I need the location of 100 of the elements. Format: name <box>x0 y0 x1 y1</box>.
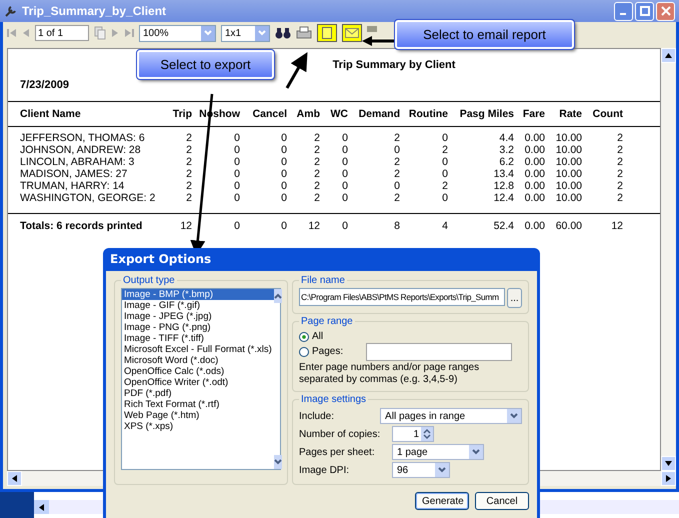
radio-button[interactable] <box>299 332 309 342</box>
list-item[interactable]: Microsoft Excel - Full Format (*.xls) <box>122 344 274 355</box>
table-cell-text: 0 <box>341 192 348 204</box>
table-cell-text: 0 <box>233 180 240 192</box>
window-title: Trip_Summary_by_Client <box>22 4 168 18</box>
dropdown[interactable]: All pages in range <box>380 408 522 424</box>
page-field[interactable]: 1 of 1 <box>35 25 89 41</box>
table-cell-text: 0.00 <box>524 168 545 180</box>
pages-field[interactable] <box>366 342 512 360</box>
export-button[interactable] <box>317 24 337 42</box>
table-cell-text: 10.00 <box>554 192 582 204</box>
table-cell-text: 0.00 <box>524 144 545 156</box>
column-header: Pasg Miles <box>458 108 514 120</box>
column-header: Rate <box>558 108 582 120</box>
column-header: Count <box>592 108 623 120</box>
table-cell-text: 2 <box>616 132 623 144</box>
table-cell-text: 2 <box>393 156 400 168</box>
table-cell-text: 0 <box>280 132 287 144</box>
close-button[interactable] <box>656 2 675 20</box>
table-cell-text: WASHINGTON, GEORGE: 2 <box>20 192 156 204</box>
column-header: Amb <box>296 108 320 120</box>
list-item[interactable]: XPS (*.xps) <box>122 421 274 432</box>
list-item[interactable]: PDF (*.pdf) <box>122 388 274 399</box>
list-item[interactable]: OpenOffice Calc (*.ods) <box>122 366 274 377</box>
totals-cell-text: 8 <box>393 220 400 232</box>
table-cell-text: 0 <box>393 144 400 156</box>
binoculars-icon[interactable] <box>275 26 291 40</box>
field-label: Number of copies: <box>299 428 382 440</box>
column-header: WC <box>330 108 348 120</box>
scroll-up-button[interactable] <box>661 48 676 63</box>
table-cell-text: 0 <box>441 192 448 204</box>
field-label: Image DPI: <box>299 464 350 476</box>
maximize-button[interactable] <box>635 2 654 20</box>
minimize-button[interactable] <box>614 2 633 20</box>
browse-button[interactable]: ... <box>507 288 522 308</box>
table-cell-text: 0.00 <box>524 132 545 144</box>
list-item[interactable]: Image - BMP (*.bmp) <box>122 289 274 300</box>
table-cell-text: 2 <box>185 180 192 192</box>
field-label: Pages per sheet: <box>299 446 376 458</box>
list-item[interactable]: Image - GIF (*.gif) <box>122 300 274 311</box>
table-cell-text: 2 <box>616 144 623 156</box>
table-cell-text: 2 <box>185 144 192 156</box>
list-item[interactable]: Image - PNG (*.png) <box>122 322 274 333</box>
printer-icon[interactable] <box>296 26 312 40</box>
scroll-down-button[interactable] <box>274 455 282 469</box>
table-cell-text: 6.2 <box>498 156 514 168</box>
table-cell-text: 2 <box>185 168 192 180</box>
scroll-left-button[interactable] <box>7 471 22 486</box>
dialog-title: Export Options <box>109 251 212 268</box>
output-type-list[interactable] <box>121 288 281 470</box>
dialog-button[interactable]: Cancel <box>475 492 529 510</box>
file-name-field[interactable]: C:\Program Files\ABS\PtMS Reports\Exports\Trip_Summ <box>299 288 505 306</box>
table-cell-text: 0 <box>441 132 448 144</box>
totals-cell-text: 60.00 <box>554 220 582 232</box>
column-header: Routine <box>408 108 448 120</box>
column-header: Client Name <box>20 108 82 120</box>
table-cell-text: MADISON, JAMES: 27 <box>20 168 128 180</box>
totals-cell-text: 0 <box>280 220 287 232</box>
totals-cell-text: 4 <box>441 220 448 232</box>
radio-button[interactable] <box>299 346 309 356</box>
totals-cell-text: Totals: 6 records printed <box>20 220 144 232</box>
dropdown[interactable]: 96 <box>392 462 450 478</box>
list-item[interactable]: Image - TIFF (*.tiff) <box>122 333 274 344</box>
table-cell-text: 0.00 <box>524 192 545 204</box>
spinner-field[interactable]: 1 <box>392 426 434 442</box>
scroll-right-button[interactable] <box>661 471 676 486</box>
list-item[interactable]: Microsoft Word (*.doc) <box>122 355 274 366</box>
table-cell-text: 2 <box>313 168 320 180</box>
table-cell-text: 2 <box>616 168 623 180</box>
layout-dropdown[interactable]: 1x1 <box>221 24 270 42</box>
table-cell-text: 0 <box>233 168 240 180</box>
email-button[interactable] <box>342 24 362 42</box>
vertical-scrollbar[interactable] <box>661 48 676 471</box>
dropdown[interactable]: 1 page <box>392 444 484 460</box>
list-item[interactable]: Web Page (*.htm) <box>122 410 274 421</box>
totals-cell-text: 12 <box>179 220 192 232</box>
list-item[interactable]: Rich Text Format (*.rtf) <box>122 399 274 410</box>
zoom-dropdown[interactable]: 100% <box>139 24 216 42</box>
radio-label: All <box>312 331 324 342</box>
taskbar-panel <box>0 492 34 518</box>
scroll-left-button[interactable] <box>34 500 49 514</box>
table-cell-text: 2 <box>393 168 400 180</box>
callout: Select to email report <box>395 20 574 49</box>
table-cell-text: 2 <box>441 144 448 156</box>
list-item[interactable]: OpenOffice Writer (*.odt) <box>122 377 274 388</box>
table-cell-text: 0 <box>280 156 287 168</box>
table-cell-text: 0 <box>280 168 287 180</box>
table-cell-text: 0 <box>341 180 348 192</box>
column-header: Cancel <box>252 108 287 120</box>
radio-label: Pages: <box>312 346 344 357</box>
report-date: 7/23/2009 <box>20 79 70 91</box>
dialog-button[interactable]: Generate <box>415 492 469 510</box>
left-arrow-icon <box>39 504 44 510</box>
caret-icon <box>258 30 266 36</box>
list-item[interactable]: Image - JPEG (*.jpg) <box>122 311 274 322</box>
table-cell-text: 2 <box>313 144 320 156</box>
scroll-down-button[interactable] <box>661 456 676 471</box>
table-cell-text: 0 <box>280 180 287 192</box>
caret-icon <box>274 459 282 465</box>
table-cell-text: 0 <box>441 168 448 180</box>
